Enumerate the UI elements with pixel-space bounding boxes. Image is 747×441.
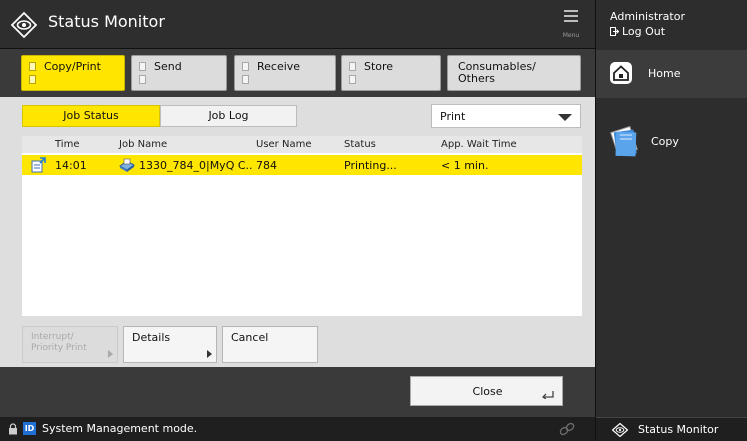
column-header: Time	[55, 139, 80, 150]
id-badge: ID	[23, 422, 36, 435]
copy-icon	[610, 125, 638, 157]
column-header: User Name	[256, 139, 312, 150]
interrupt-priority-print-button[interactable]: Interrupt/ Priority Print	[22, 326, 118, 363]
tab-copy-print[interactable]: Copy/Print	[21, 55, 125, 91]
menu-button[interactable]: Menu	[555, 6, 587, 44]
job-document-icon	[119, 158, 135, 172]
button-label: Cancel	[231, 331, 269, 344]
column-header: Job Name	[119, 139, 168, 150]
chevron-right-icon	[108, 350, 113, 358]
menu-icon	[564, 10, 578, 25]
logout-label: Log Out	[622, 25, 666, 38]
right-sidebar: Administrator Log Out Home Copy Status M…	[595, 0, 747, 441]
status-message: System Management mode.	[42, 422, 198, 435]
cell-job-name: 1330_784_0|MyQ C..	[139, 159, 253, 172]
status-monitor-label: Status Monitor	[638, 423, 719, 436]
cell-status: Printing...	[344, 159, 397, 172]
tab-job-status[interactable]: Job Status	[22, 105, 160, 127]
status-monitor-icon	[612, 423, 628, 437]
logout-icon	[610, 27, 619, 36]
chevron-right-icon	[207, 350, 212, 358]
tab-consumables-others[interactable]: Consumables/ Others	[447, 55, 581, 91]
column-header: Status	[344, 139, 376, 150]
cell-wait-time: < 1 min.	[441, 159, 489, 172]
bottom-action-bar: Close	[0, 367, 595, 417]
print-job-icon	[31, 157, 46, 173]
user-panel: Administrator Log Out	[596, 0, 747, 49]
close-button[interactable]: Close	[410, 376, 563, 406]
dropdown-value: Print	[440, 110, 466, 123]
home-label: Home	[648, 67, 681, 80]
job-type-dropdown[interactable]: Print	[431, 104, 581, 128]
tab-receive[interactable]: Receive	[234, 55, 336, 91]
tab-label: Copy/Print	[44, 60, 101, 73]
tab-job-log[interactable]: Job Log	[160, 105, 297, 127]
app-copy[interactable]: Copy	[596, 120, 747, 164]
home-icon	[610, 62, 632, 84]
title-bar: Status Monitor Menu	[0, 0, 595, 49]
button-label: Interrupt/ Priority Print	[31, 332, 87, 353]
tab-label: Consumables/ Others	[458, 60, 536, 85]
menu-label: Menu	[562, 32, 580, 39]
status-monitor-shortcut[interactable]: Status Monitor	[596, 417, 747, 441]
details-button[interactable]: Details	[123, 326, 217, 363]
tab-send[interactable]: Send	[131, 55, 227, 91]
tab-label: Receive	[257, 60, 301, 73]
table-header: Time Job Name User Name Status App. Wait…	[22, 136, 582, 153]
table-row[interactable]: 14:01 1330_784_0|MyQ C.. 784 Printing...…	[22, 155, 582, 175]
cell-time: 14:01	[55, 159, 87, 172]
cancel-button[interactable]: Cancel	[222, 326, 318, 363]
user-name: Administrator	[610, 10, 685, 23]
logout-button[interactable]: Log Out	[610, 25, 665, 38]
app-title: Status Monitor	[48, 12, 165, 31]
app-copy-label: Copy	[651, 135, 679, 148]
chevron-down-icon	[558, 114, 572, 121]
status-bar: ID System Management mode.	[0, 417, 595, 441]
column-header: App. Wait Time	[441, 139, 517, 150]
tab-store[interactable]: Store	[341, 55, 441, 91]
tab-label: Send	[154, 60, 182, 73]
status-monitor-icon	[10, 11, 38, 39]
return-icon	[542, 391, 554, 399]
lock-icon	[9, 423, 17, 435]
job-table: Time Job Name User Name Status App. Wait…	[22, 136, 582, 316]
button-label: Details	[132, 331, 171, 344]
category-tabs: Copy/Print Send Receive Store Consumable…	[0, 49, 595, 97]
link-icon[interactable]	[558, 421, 576, 437]
home-button[interactable]: Home	[596, 50, 747, 98]
job-panel: Job Status Job Log Print Time Job Name U…	[0, 97, 595, 367]
cell-user-name: 784	[256, 159, 277, 172]
tab-label: Store	[364, 60, 394, 73]
